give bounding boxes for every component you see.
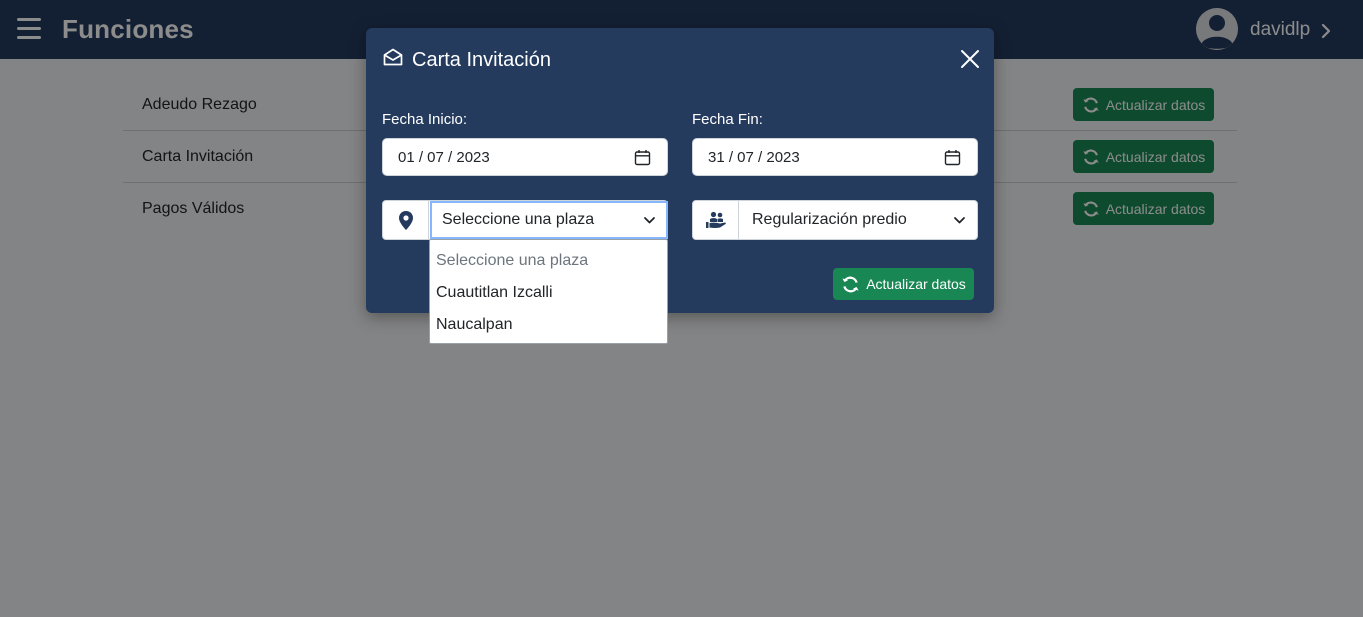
map-pin-icon	[383, 201, 429, 239]
type-selected-value: Regularización predio	[752, 211, 907, 228]
end-date-label: Fecha Fin:	[692, 111, 763, 128]
modal-update-data-button[interactable]: Actualizar datos	[833, 268, 974, 300]
plaza-option[interactable]: Seleccione una plaza	[430, 250, 667, 282]
start-date-label: Fecha Inicio:	[382, 111, 468, 128]
close-icon[interactable]	[960, 49, 980, 69]
chevron-down-icon	[954, 217, 965, 224]
type-input-group: Regularización predio	[692, 200, 978, 240]
plaza-option[interactable]: Cuautitlan Izcalli	[430, 282, 667, 314]
refresh-icon	[842, 276, 859, 292]
plaza-dropdown-list: Seleccione una plaza Cuautitlan Izcalli …	[429, 239, 668, 344]
plaza-select[interactable]: Seleccione una plaza	[430, 201, 668, 239]
modal-title: Carta Invitación	[412, 49, 551, 71]
envelope-open-icon	[383, 48, 403, 66]
plaza-option[interactable]: Naucalpan	[430, 314, 667, 346]
calendar-icon[interactable]	[634, 149, 651, 166]
end-date-input[interactable]: 31 / 07 / 2023	[692, 138, 978, 176]
start-date-input[interactable]: 01 / 07 / 2023	[382, 138, 668, 176]
plaza-selected-value: Seleccione una plaza	[442, 211, 595, 228]
chevron-down-icon	[644, 217, 655, 224]
modal-update-data-label: Actualizar datos	[866, 276, 966, 292]
person-hand-icon	[693, 201, 739, 239]
type-select[interactable]: Regularización predio	[740, 201, 978, 239]
end-date-value: 31 / 07 / 2023	[708, 149, 800, 166]
plaza-input-group: Seleccione una plaza	[382, 200, 668, 240]
start-date-value: 01 / 07 / 2023	[398, 149, 490, 166]
calendar-icon[interactable]	[944, 149, 961, 166]
